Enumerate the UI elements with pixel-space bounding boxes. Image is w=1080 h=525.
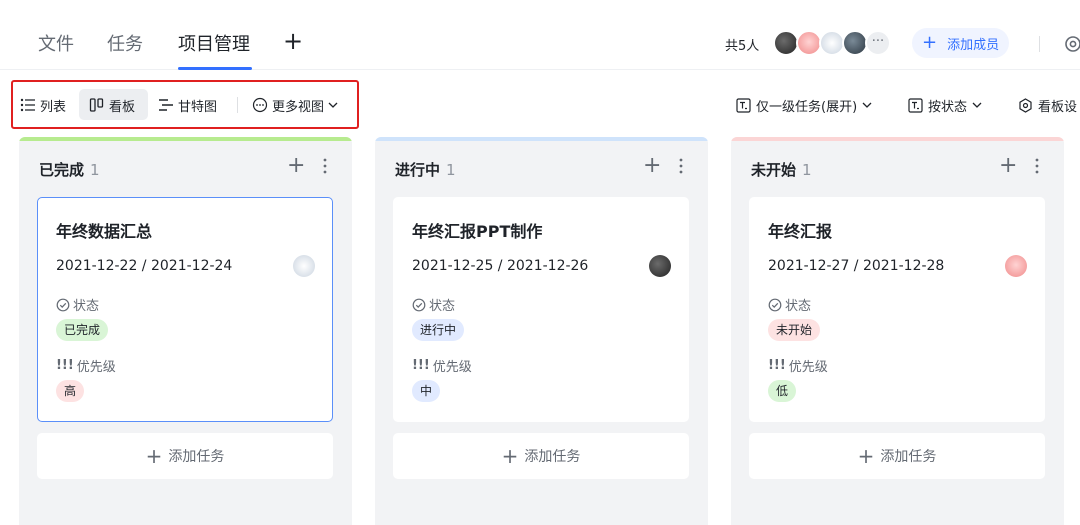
add-task-button[interactable]: + 添加任务 [749,433,1045,479]
status-field-label: 状态 [56,295,99,314]
add-member-label: 添加成员 [947,37,1000,53]
column-title: 进行中 1 [395,161,456,179]
view-list-button[interactable]: 列表 [20,90,66,120]
priority-field-label: !!! 优先级 [768,358,828,375]
add-task-label: 添加任务 [880,449,937,465]
more-views-button[interactable]: 更多视图 [252,90,343,120]
kanban-settings-label: 看板设 [1038,99,1078,115]
status-field-label: 状态 [768,295,811,314]
check-circle-icon [412,298,426,311]
column-title: 未开始 1 [751,161,812,179]
column-count: 1 [802,161,812,179]
column-title: 已完成 1 [39,161,100,179]
view-kanban-label: 看板 [109,99,136,115]
plus-icon: + [145,444,163,468]
kanban-settings-button[interactable]: 看板设 [1018,90,1077,120]
active-tab-indicator [178,67,252,70]
chevron-down-icon [328,102,338,108]
column-more-icon[interactable] [1032,155,1042,177]
add-member-button[interactable]: + 添加成员 [912,28,1010,58]
kanban-column-in-progress: 进行中 1 + 年终汇报PPT制作 2021-12-25 / 2021-12-26… [375,137,708,525]
priority-field-label: !!! 优先级 [412,358,472,375]
add-tab-button[interactable]: + [283,27,303,55]
kanban-column-completed: 已完成 1 + 年终数据汇总 2021-12-22 / 2021-12-24 状态… [19,137,352,525]
add-task-button[interactable]: + 添加任务 [37,433,333,479]
list-icon [20,98,35,112]
more-members-button[interactable]: ··· [865,30,891,56]
view-gantt-label: 甘特图 [178,99,218,115]
kanban-column-not-started: 未开始 1 + 年终汇报 2021-12-27 / 2021-12-28 状态 未… [731,137,1064,525]
priority-badge: 中 [412,380,441,402]
filter-field-icon [736,97,751,113]
plus-icon: + [501,444,519,468]
task-card[interactable]: 年终汇报PPT制作 2021-12-25 / 2021-12-26 状态 进行中… [393,197,689,422]
column-status-stripe [375,137,708,141]
view-gantt-button[interactable]: 甘特图 [158,90,217,120]
status-badge: 进行中 [412,319,465,341]
task-title: 年终汇报 [768,222,833,241]
group-by-label: 按状态 [928,99,968,115]
task-title: 年终汇报PPT制作 [412,222,543,241]
task-dates: 2021-12-22 / 2021-12-24 [56,258,233,274]
priority-badge: 高 [56,380,85,402]
column-more-icon[interactable] [676,155,686,177]
more-views-icon [252,97,268,113]
task-card[interactable]: 年终汇报 2021-12-27 / 2021-12-28 状态 未开始 !!! … [749,197,1045,422]
assignee-avatar[interactable] [1005,255,1027,277]
priority-icon: !!! [56,358,74,373]
divider [1039,36,1040,52]
group-field-icon [908,97,923,113]
status-badge: 已完成 [56,319,109,341]
column-more-icon[interactable] [320,155,330,177]
chevron-down-icon [972,102,982,108]
plus-icon: + [922,32,938,53]
add-task-label: 添加任务 [524,449,581,465]
tab-project-management[interactable]: 项目管理 [178,30,250,56]
gear-icon [1019,97,1032,113]
priority-field-label: !!! 优先级 [56,358,116,375]
task-title: 年终数据汇总 [56,222,153,241]
chevron-down-icon [862,102,872,108]
check-circle-icon [56,298,70,311]
priority-icon: !!! [768,358,786,373]
task-dates: 2021-12-27 / 2021-12-28 [768,258,945,274]
members-count: 共5人 [725,39,760,54]
add-task-button[interactable]: + 添加任务 [393,433,689,479]
gantt-icon [159,99,173,111]
priority-badge: 低 [768,380,797,402]
divider [237,97,238,113]
status-badge: 未开始 [768,319,821,341]
assignee-avatar[interactable] [649,255,671,277]
column-status-stripe [731,137,1064,141]
more-views-label: 更多视图 [272,99,325,115]
assignee-avatar[interactable] [293,255,315,277]
settings-icon[interactable] [1062,33,1080,55]
check-circle-icon [768,298,782,311]
plus-icon: + [857,444,875,468]
column-add-button[interactable]: + [643,155,661,177]
priority-icon: !!! [412,358,430,373]
kanban-icon [89,98,104,112]
tab-tasks[interactable]: 任务 [107,30,143,56]
task-level-filter[interactable]: 仅一级任务(展开) [736,90,878,120]
column-status-stripe [19,137,352,141]
top-bar: 文件 任务 项目管理 + 共5人 ··· + 添加成员 [0,0,1080,70]
tab-files[interactable]: 文件 [38,30,74,56]
group-by-dropdown[interactable]: 按状态 [908,90,988,120]
add-task-label: 添加任务 [168,449,225,465]
column-add-button[interactable]: + [999,155,1017,177]
view-list-label: 列表 [40,99,67,115]
status-field-label: 状态 [412,295,455,314]
column-count: 1 [90,161,100,179]
view-kanban-button[interactable]: 看板 [89,90,135,120]
task-dates: 2021-12-25 / 2021-12-26 [412,258,589,274]
task-level-filter-label: 仅一级任务(展开) [756,99,858,115]
column-count: 1 [446,161,456,179]
column-add-button[interactable]: + [287,155,305,177]
task-card[interactable]: 年终数据汇总 2021-12-22 / 2021-12-24 状态 已完成 !!… [37,197,333,422]
